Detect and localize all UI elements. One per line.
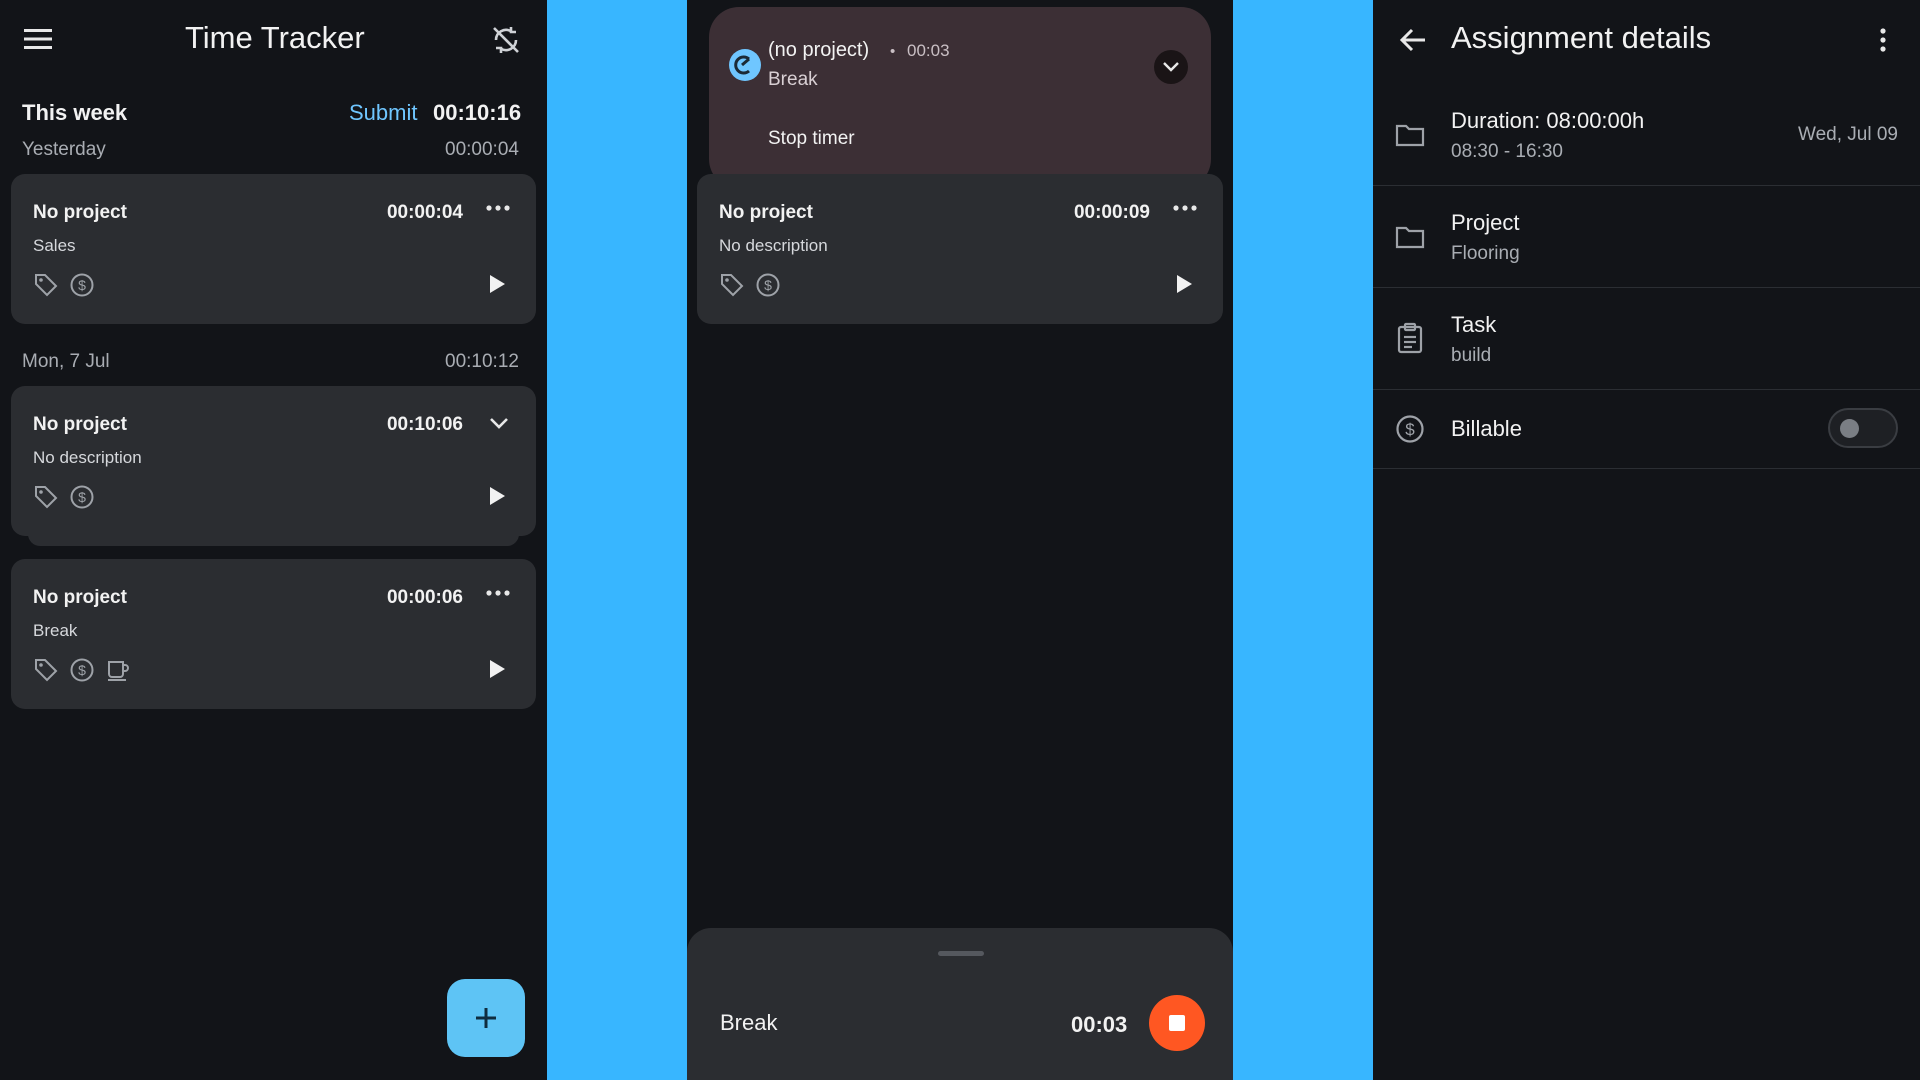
day-label: Yesterday xyxy=(22,139,106,160)
coffee-break-icon[interactable] xyxy=(105,657,131,683)
running-timer-sheet[interactable]: Break 00:03 xyxy=(687,928,1233,1080)
notification-title: (no project) xyxy=(768,39,870,61)
billable-row[interactable]: $ Billable xyxy=(1373,390,1920,469)
more-horizontal-icon[interactable] xyxy=(486,589,510,597)
collapse-notification-button[interactable] xyxy=(1154,50,1188,84)
task-label: Task xyxy=(1451,312,1497,337)
stop-icon xyxy=(1168,1014,1186,1032)
assignment-details-screen: Assignment details Duration: 08:00:00h 0… xyxy=(1373,0,1920,1080)
time-tracker-screen: Time Tracker This week Submit 00:10:16 Y… xyxy=(0,0,547,1080)
menu-icon[interactable] xyxy=(24,28,54,50)
week-total: 00:10:16 xyxy=(433,100,522,125)
svg-text:$: $ xyxy=(78,277,86,293)
submit-button[interactable]: Submit xyxy=(349,100,417,126)
duration-label: Duration: 08:00:00h xyxy=(1451,108,1645,133)
project-value: Flooring xyxy=(1451,243,1520,264)
svg-text:$: $ xyxy=(764,277,772,293)
entry-project: No project xyxy=(33,202,127,223)
folder-icon xyxy=(1395,224,1425,250)
week-label: This week xyxy=(22,100,128,125)
more-horizontal-icon[interactable] xyxy=(486,204,510,212)
chevron-down-icon xyxy=(1162,61,1180,73)
entry-duration: 00:00:09 xyxy=(1073,202,1150,223)
billable-dollar-icon[interactable]: $ xyxy=(755,272,781,298)
entry-duration: 00:10:06 xyxy=(386,414,463,435)
clipboard-icon xyxy=(1395,322,1425,354)
billable-dollar-icon[interactable]: $ xyxy=(69,484,95,510)
entry-project: No project xyxy=(33,414,127,435)
project-label: Project xyxy=(1451,210,1520,235)
chevron-down-icon[interactable] xyxy=(488,416,510,430)
billable-toggle[interactable] xyxy=(1828,408,1898,448)
entry-duration: 00:00:04 xyxy=(386,202,463,223)
entry-project: No project xyxy=(33,587,127,608)
task-value: build xyxy=(1451,345,1492,366)
entry-duration: 00:00:06 xyxy=(386,587,463,608)
entry-description: Sales xyxy=(33,236,76,255)
entry-description: No description xyxy=(33,448,142,467)
project-row[interactable]: Project Flooring xyxy=(1373,186,1920,288)
drag-handle[interactable] xyxy=(938,951,984,956)
svg-text:$: $ xyxy=(78,489,86,505)
day-total: 00:00:04 xyxy=(445,139,519,160)
duration-row[interactable]: Duration: 08:00:00h 08:30 - 16:30 Wed, J… xyxy=(1373,84,1920,186)
play-icon[interactable] xyxy=(1175,274,1193,294)
running-timer-screen: (no project) • 00:03 Break Stop timer No… xyxy=(687,0,1233,1080)
more-vertical-icon[interactable] xyxy=(1879,28,1887,52)
notification-elapsed: 00:03 xyxy=(907,41,950,60)
tag-icon[interactable] xyxy=(719,272,745,298)
billable-label: Billable xyxy=(1451,416,1522,441)
billable-dollar-icon: $ xyxy=(1395,414,1425,444)
folder-icon xyxy=(1395,122,1425,148)
stop-timer-action[interactable]: Stop timer xyxy=(768,128,855,150)
time-entry-card[interactable]: No project 00:10:06 No description $ xyxy=(11,386,536,536)
day-total: 00:10:12 xyxy=(445,351,519,372)
tag-icon[interactable] xyxy=(33,657,59,683)
sync-off-icon[interactable] xyxy=(490,24,522,56)
entry-description: No description xyxy=(719,236,828,255)
timer-notification[interactable]: (no project) • 00:03 Break Stop timer xyxy=(709,7,1211,189)
toggle-knob xyxy=(1840,419,1859,438)
play-icon[interactable] xyxy=(488,659,506,679)
app-logo-icon xyxy=(728,48,762,82)
running-entry-label: Break xyxy=(720,1010,778,1035)
day-label: Mon, 7 Jul xyxy=(22,351,110,372)
running-elapsed: 00:03 xyxy=(1071,1012,1128,1037)
tag-icon[interactable] xyxy=(33,484,59,510)
time-range: 08:30 - 16:30 xyxy=(1451,141,1563,162)
back-arrow-icon[interactable] xyxy=(1399,27,1427,53)
time-entry-card[interactable]: No project 00:00:09 No description $ xyxy=(697,174,1223,324)
entry-description: Break xyxy=(33,621,78,640)
stop-timer-button[interactable] xyxy=(1149,995,1205,1051)
notification-subtitle: Break xyxy=(768,69,818,90)
entry-project: No project xyxy=(719,202,813,223)
more-horizontal-icon[interactable] xyxy=(1173,204,1197,212)
task-row[interactable]: Task build xyxy=(1373,288,1920,390)
page-title: Assignment details xyxy=(1451,20,1712,55)
billable-dollar-icon[interactable]: $ xyxy=(69,272,95,298)
play-icon[interactable] xyxy=(488,486,506,506)
play-icon[interactable] xyxy=(488,274,506,294)
time-entry-card[interactable]: No project 00:00:04 Sales $ xyxy=(11,174,536,324)
notification-separator: • xyxy=(890,43,896,60)
time-entry-card[interactable]: No project 00:00:06 Break $ xyxy=(11,559,536,709)
billable-dollar-icon[interactable]: $ xyxy=(69,657,95,683)
svg-text:$: $ xyxy=(1405,420,1415,439)
svg-text:$: $ xyxy=(78,662,86,678)
app-title: Time Tracker xyxy=(185,20,365,55)
add-entry-button[interactable] xyxy=(447,979,525,1057)
entry-date: Wed, Jul 09 xyxy=(1798,124,1898,145)
plus-icon xyxy=(473,1005,499,1031)
tag-icon[interactable] xyxy=(33,272,59,298)
